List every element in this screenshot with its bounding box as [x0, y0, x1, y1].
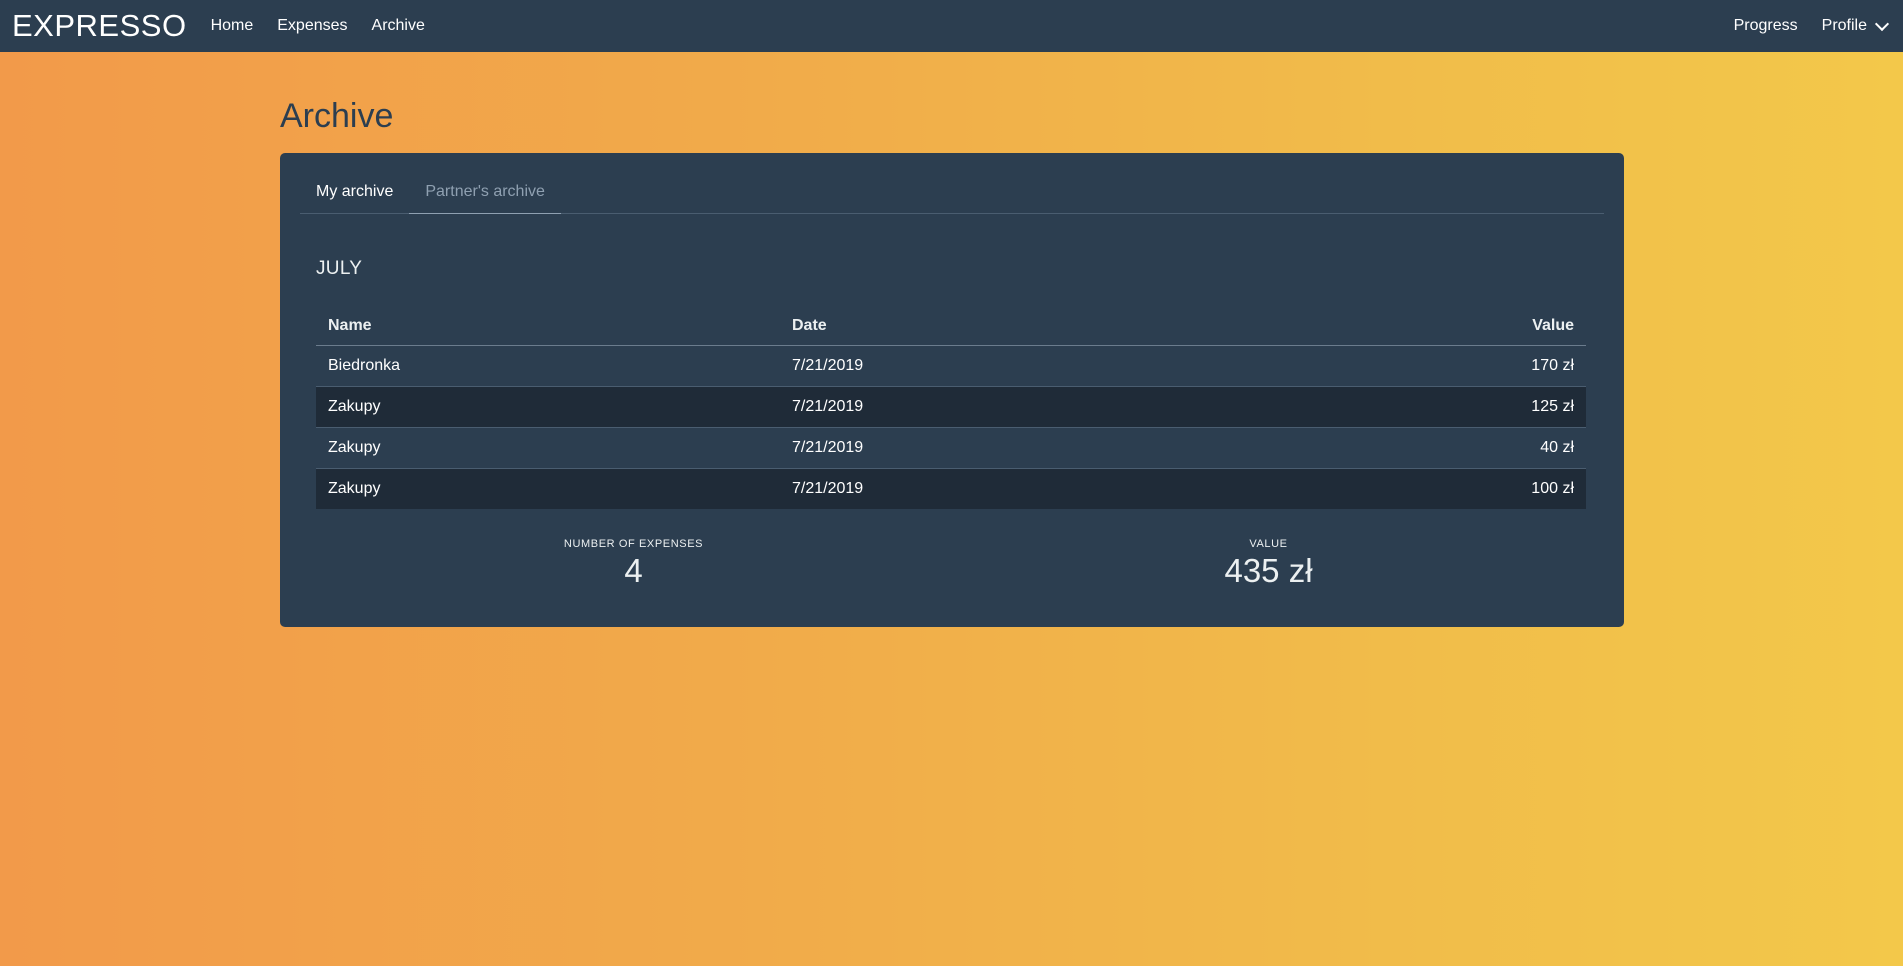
archive-tabs: My archive Partner's archive	[300, 173, 1604, 214]
table-row: Zakupy 7/21/2019 125 zł	[316, 386, 1586, 428]
stat-total-value: VALUE 435 zł	[951, 538, 1586, 590]
nav-progress[interactable]: Progress	[1722, 17, 1810, 35]
expenses-table: Name Date Value Biedronka 7/21/2019 170 …	[316, 306, 1586, 509]
nav-expenses[interactable]: Expenses	[265, 17, 359, 35]
table-row: Biedronka 7/21/2019 170 zł	[316, 345, 1586, 387]
brand-logo[interactable]: EXPRESSO	[12, 8, 187, 44]
cell-name: Zakupy	[316, 386, 780, 428]
chevron-down-icon	[1874, 16, 1890, 31]
cell-date: 7/21/2019	[780, 427, 1254, 469]
stat-expense-count: NUMBER OF EXPENSES 4	[316, 538, 951, 590]
stat-count-value: 4	[624, 552, 643, 589]
cell-value: 100 zł	[1253, 468, 1586, 509]
table-header-row: Name Date Value	[316, 306, 1586, 346]
top-navbar: EXPRESSO Home Expenses Archive Progress …	[0, 0, 1903, 52]
cell-date: 7/21/2019	[780, 345, 1254, 387]
nav-archive[interactable]: Archive	[360, 17, 437, 35]
stat-count-label: NUMBER OF EXPENSES	[563, 538, 704, 550]
cell-name: Biedronka	[316, 345, 780, 387]
summary-stats: NUMBER OF EXPENSES 4 VALUE 435 zł	[316, 538, 1586, 590]
cell-value: 40 zł	[1253, 427, 1586, 469]
cell-date: 7/21/2019	[780, 468, 1254, 509]
cell-value: 170 zł	[1253, 345, 1586, 387]
cell-name: Zakupy	[316, 427, 780, 469]
tab-my-archive[interactable]: My archive	[300, 173, 409, 213]
stat-value-label: VALUE	[1249, 538, 1288, 550]
archive-card: My archive Partner's archive JULY Name D…	[280, 153, 1624, 627]
table-row: Zakupy 7/21/2019 40 zł	[316, 427, 1586, 469]
cell-name: Zakupy	[316, 468, 780, 509]
page-title: Archive	[280, 97, 394, 135]
profile-label: Profile	[1821, 17, 1867, 34]
tab-partners-archive[interactable]: Partner's archive	[409, 173, 561, 214]
table-row: Zakupy 7/21/2019 100 zł	[316, 468, 1586, 509]
column-header-date: Date	[780, 306, 1254, 346]
nav-home[interactable]: Home	[199, 17, 266, 35]
stat-value-total: 435 zł	[1224, 552, 1313, 589]
cell-date: 7/21/2019	[780, 386, 1254, 428]
column-header-name: Name	[316, 306, 780, 346]
main-container: Archive My archive Partner's archive JUL…	[280, 52, 1624, 627]
nav-profile-dropdown[interactable]: Profile	[1810, 16, 1903, 35]
cell-value: 125 zł	[1253, 386, 1586, 428]
month-heading: JULY	[316, 258, 363, 279]
column-header-value: Value	[1253, 306, 1586, 346]
